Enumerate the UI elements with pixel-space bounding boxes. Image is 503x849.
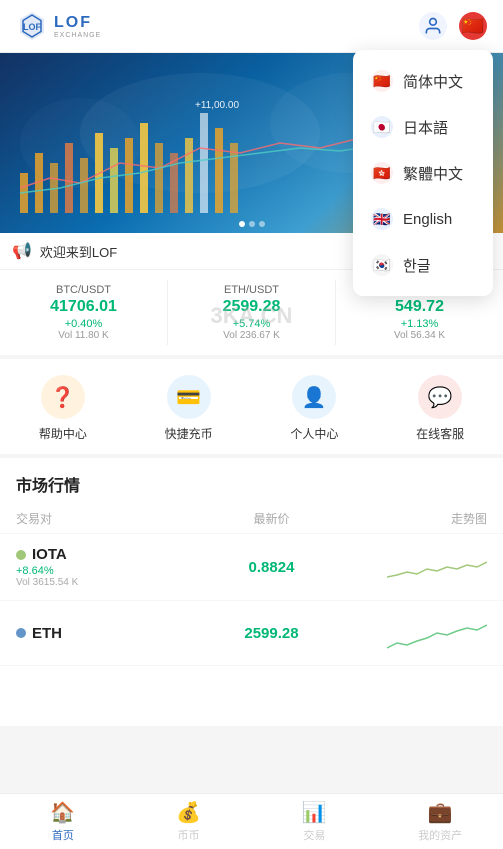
market-header-pair: 交易对	[16, 510, 156, 527]
iota-sparkline	[387, 547, 487, 587]
lang-korean[interactable]: 🇰🇷 한글	[353, 242, 493, 288]
language-dropdown: 🇨🇳 简体中文 🇯🇵 日本語 🇭🇰 繁體中文 🇬🇧 English 🇰🇷 한글	[353, 50, 493, 296]
svg-text:LOF: LOF	[23, 22, 41, 32]
nav-home[interactable]: 🏠 首页	[0, 794, 126, 849]
iota-name: IOTA	[16, 546, 156, 563]
korean-label: 한글	[403, 255, 431, 276]
market-header-price: 最新价	[156, 510, 387, 527]
banner-dot-1[interactable]	[239, 221, 245, 227]
header-right: 🇨🇳	[419, 12, 487, 40]
simplified-chinese-flag: 🇨🇳	[371, 70, 393, 92]
help-icon: ❓	[50, 385, 75, 410]
lang-japanese[interactable]: 🇯🇵 日本語	[353, 104, 493, 150]
eth-price: 2599.28	[156, 625, 387, 642]
market-header: 交易对 最新价 走势图	[0, 504, 503, 534]
banner-dot-3[interactable]	[259, 221, 265, 227]
recharge-icon: 💳	[176, 385, 201, 410]
market-row-eth[interactable]: ETH 2599.28	[0, 601, 503, 666]
eth-sparkline	[387, 613, 487, 653]
english-label: English	[403, 211, 452, 228]
lang-english[interactable]: 🇬🇧 English	[353, 196, 493, 242]
ticker-eth-price: 2599.28	[176, 298, 327, 316]
lang-traditional-chinese[interactable]: 🇭🇰 繁體中文	[353, 150, 493, 196]
nav-trade-label: 交易	[303, 827, 325, 843]
ticker-bch-change: +1.13%	[344, 318, 495, 330]
recharge-icon-wrap: 💳	[167, 375, 211, 419]
bottom-nav: 🏠 首页 💰 币币 📊 交易 💼 我的资产	[0, 793, 503, 849]
iota-change: +8.64%	[16, 565, 156, 577]
support-icon-wrap: 💬	[418, 375, 462, 419]
help-icon-wrap: ❓	[41, 375, 85, 419]
assets-icon: 💼	[428, 800, 453, 825]
coins-icon: 💰	[176, 800, 201, 825]
ticker-btc-change: +0.40%	[8, 318, 159, 330]
logo: LOF LOF EXCHANGE	[16, 10, 101, 42]
quick-actions: ❓ 帮助中心 💳 快捷充币 👤 个人中心 💬 在线客服	[0, 359, 503, 458]
announce-icon: 📢	[12, 241, 32, 261]
nav-assets[interactable]: 💼 我的资产	[377, 794, 503, 849]
quick-recharge[interactable]: 💳 快捷充币	[126, 375, 252, 442]
nav-coins-label: 币币	[178, 827, 200, 843]
iota-price: 0.8824	[156, 559, 387, 576]
market-section: 市场行情 交易对 最新价 走势图 IOTA +8.64% Vol 3615.54…	[0, 458, 503, 726]
ticker-btc-pair: BTC/USDT	[8, 284, 159, 296]
market-title: 市场行情	[0, 458, 503, 504]
simplified-chinese-label: 简体中文	[403, 71, 463, 92]
market-header-chart: 走势图	[387, 510, 487, 527]
ticker-btc-price: 41706.01	[8, 298, 159, 316]
traditional-chinese-label: 繁體中文	[403, 163, 463, 184]
support-icon: 💬	[428, 385, 453, 410]
ticker-eth-change: +5.74%	[176, 318, 327, 330]
banner-dots	[239, 221, 265, 227]
quick-profile-label: 个人中心	[290, 425, 338, 442]
language-flag-icon[interactable]: 🇨🇳	[459, 12, 487, 40]
japanese-label: 日本語	[403, 117, 448, 138]
logo-icon: LOF	[16, 10, 48, 42]
market-row-iota[interactable]: IOTA +8.64% Vol 3615.54 K 0.8824	[0, 534, 503, 601]
nav-home-label: 首页	[52, 827, 74, 843]
header: LOF LOF EXCHANGE 🇨🇳	[0, 0, 503, 53]
banner-dot-2[interactable]	[249, 221, 255, 227]
iota-info: IOTA +8.64% Vol 3615.54 K	[16, 546, 156, 588]
ticker-bch-price: 549.72	[344, 298, 495, 316]
ticker-eth[interactable]: ETH/USDT 2599.28 +5.74% Vol 236.67 K	[168, 280, 336, 345]
ticker-eth-vol: Vol 236.67 K	[176, 330, 327, 341]
japanese-flag: 🇯🇵	[371, 116, 393, 138]
trade-icon: 📊	[302, 800, 327, 825]
korean-flag: 🇰🇷	[371, 254, 393, 276]
ticker-btc[interactable]: BTC/USDT 41706.01 +0.40% Vol 11.80 K	[0, 280, 168, 345]
quick-help[interactable]: ❓ 帮助中心	[0, 375, 126, 442]
ticker-bch-vol: Vol 56.34 K	[344, 330, 495, 341]
quick-profile[interactable]: 👤 个人中心	[252, 375, 378, 442]
nav-coins[interactable]: 💰 币币	[126, 794, 252, 849]
lang-simplified-chinese[interactable]: 🇨🇳 简体中文	[353, 58, 493, 104]
profile-icon-wrap: 👤	[292, 375, 336, 419]
announce-text: 欢迎来到LOF	[40, 242, 117, 261]
ticker-eth-pair: ETH/USDT	[176, 284, 327, 296]
iota-dot	[16, 550, 26, 560]
quick-help-label: 帮助中心	[39, 425, 87, 442]
quick-support-label: 在线客服	[416, 425, 464, 442]
profile-icon[interactable]	[419, 12, 447, 40]
quick-support[interactable]: 💬 在线客服	[377, 375, 503, 442]
eth-name: ETH	[16, 625, 156, 642]
logo-text: LOF	[54, 14, 101, 32]
svg-text:+11,00.00: +11,00.00	[195, 100, 239, 111]
quick-recharge-label: 快捷充币	[165, 425, 213, 442]
nav-trade[interactable]: 📊 交易	[252, 794, 378, 849]
logo-sub: EXCHANGE	[54, 32, 101, 39]
ticker-btc-vol: Vol 11.80 K	[8, 330, 159, 341]
traditional-chinese-flag: 🇭🇰	[371, 162, 393, 184]
home-icon: 🏠	[50, 800, 75, 825]
english-flag: 🇬🇧	[371, 208, 393, 230]
eth-dot	[16, 628, 26, 638]
profile-quick-icon: 👤	[302, 385, 327, 410]
nav-assets-label: 我的资产	[418, 827, 462, 843]
eth-info: ETH	[16, 625, 156, 642]
iota-vol: Vol 3615.54 K	[16, 577, 156, 588]
